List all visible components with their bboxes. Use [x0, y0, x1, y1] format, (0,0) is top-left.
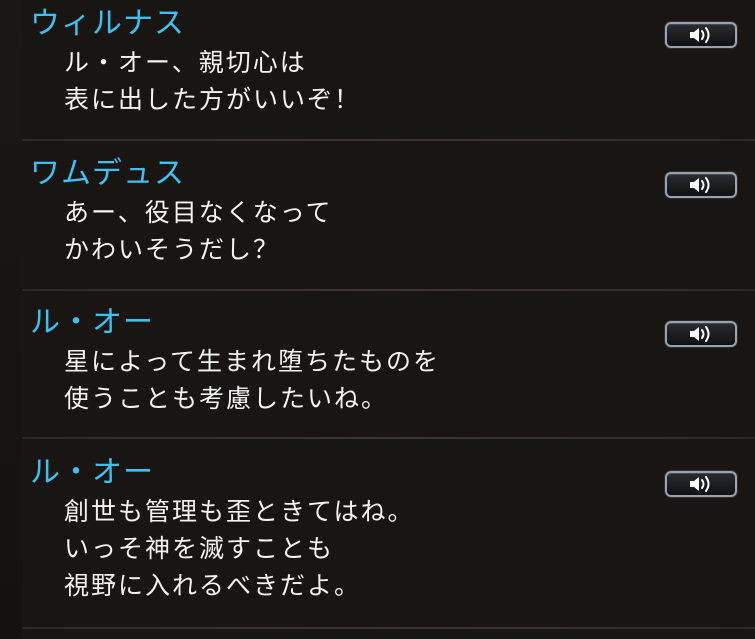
divider	[22, 437, 755, 439]
speaker-name: ワムデュス	[30, 156, 185, 191]
speaker-volume-icon	[690, 27, 710, 43]
dialogue-line: 使うことも考慮したいね。	[64, 384, 389, 413]
backlog-window: ウィルナス ル・オー、親切心は 表に出した方がいいぞ！ ワムデュス あー、役目な…	[0, 0, 755, 639]
dialogue-line: かわいそうだし？	[64, 235, 281, 264]
voice-replay-button[interactable]	[665, 172, 737, 198]
voice-replay-button[interactable]	[665, 471, 737, 497]
dialogue-line: ル・オー、親切心は	[64, 48, 307, 77]
divider	[22, 289, 755, 291]
dialogue-line: 創世も管理も歪ときてはね。	[64, 497, 415, 526]
dialogue-text: ル・オー、親切心は 表に出した方がいいぞ！	[64, 44, 361, 118]
voice-replay-button[interactable]	[665, 22, 737, 48]
divider	[22, 627, 755, 629]
speaker-name: ル・オー	[30, 305, 154, 340]
speaker-volume-icon	[690, 326, 710, 342]
speaker-name: ウィルナス	[30, 6, 185, 41]
list-item: ル・オー 星によって生まれ堕ちたものを 使うことも考慮したいね。	[22, 299, 755, 439]
speaker-volume-icon	[690, 177, 710, 193]
dialogue-line: いっそ神を滅すことも	[64, 534, 335, 563]
speaker-volume-icon	[690, 476, 710, 492]
dialogue-text: 創世も管理も歪ときてはね。 いっそ神を滅すことも 視野に入れるべきだよ。	[64, 493, 415, 604]
dialogue-line: 星によって生まれ堕ちたものを	[64, 347, 441, 376]
list-item: ワムデュス あー、役目なくなって かわいそうだし？	[22, 150, 755, 290]
list-item: ウィルナス ル・オー、親切心は 表に出した方がいいぞ！	[22, 0, 755, 140]
dialogue-text: あー、役目なくなって かわいそうだし？	[64, 194, 333, 268]
dialogue-line: 表に出した方がいいぞ！	[64, 85, 362, 114]
list-item: ル・オー 創世も管理も歪ときてはね。 いっそ神を滅すことも 視野に入れるべきだよ…	[22, 449, 755, 629]
dialogue-line: 視野に入れるべきだよ。	[64, 571, 362, 600]
backlog-list: ウィルナス ル・オー、親切心は 表に出した方がいいぞ！ ワムデュス あー、役目な…	[22, 0, 755, 639]
divider	[22, 139, 755, 141]
voice-replay-button[interactable]	[665, 321, 737, 347]
dialogue-line: あー、役目なくなって	[64, 198, 333, 227]
speaker-name: ル・オー	[30, 455, 154, 490]
dialogue-text: 星によって生まれ堕ちたものを 使うことも考慮したいね。	[64, 343, 440, 417]
